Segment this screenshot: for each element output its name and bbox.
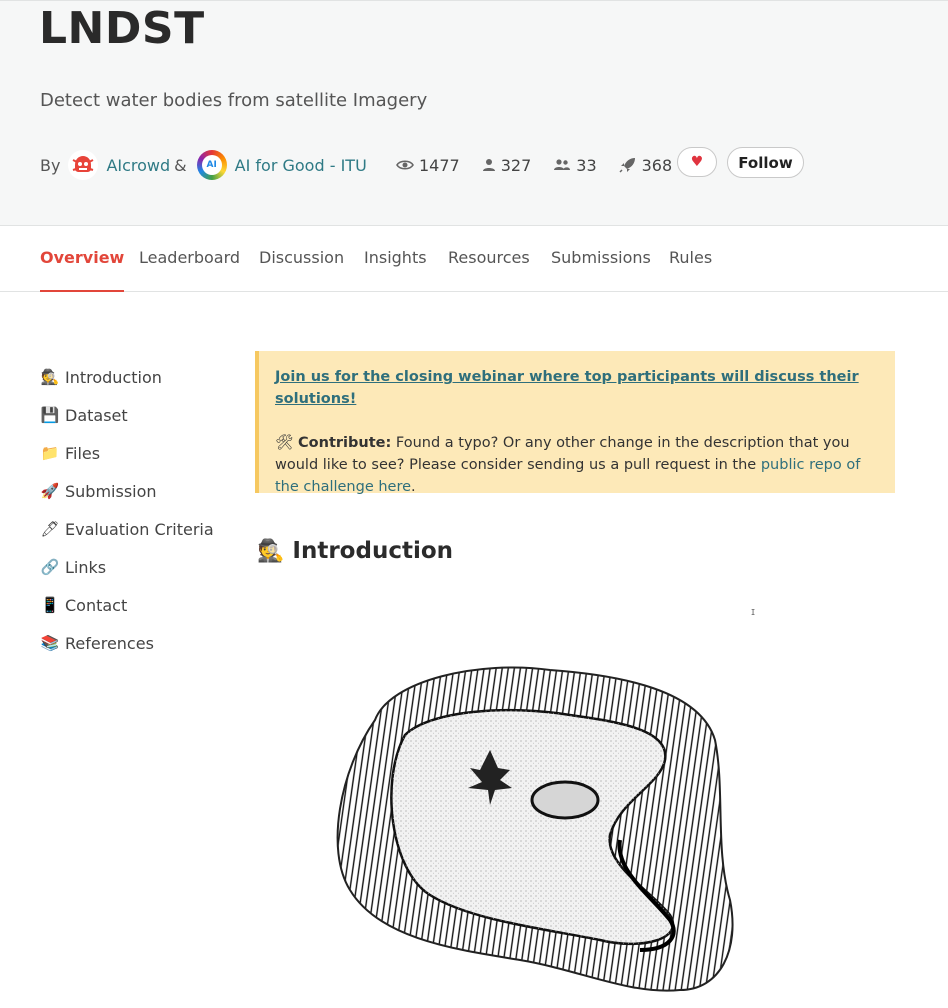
image-caption-mark: ɪ <box>751 605 756 618</box>
toc-item-label: References <box>65 633 154 653</box>
detective-icon: 🕵️ <box>40 368 60 386</box>
toc-item-files[interactable]: 📁 Files <box>40 434 214 472</box>
challenge-stats: 1477 327 33 368 <box>396 151 694 179</box>
follow-button[interactable]: Follow <box>727 147 804 178</box>
ai-for-good-logo-text: AI <box>201 155 222 175</box>
introduction-heading-text: Introduction <box>292 538 454 564</box>
org-link-ai-for-good[interactable]: AI for Good - ITU <box>235 156 367 175</box>
stat-submissions-count: 368 <box>641 155 673 175</box>
tab-discussion[interactable]: Discussion <box>259 246 344 290</box>
org-link-aicrowd[interactable]: AIcrowd <box>106 156 170 175</box>
toc-item-evaluation-criteria[interactable]: 🖊 Evaluation Criteria <box>40 510 214 548</box>
introduction-heading: 🕵️ Introduction <box>257 538 453 564</box>
stat-views: 1477 <box>396 156 460 175</box>
tools-icon: 🛠 <box>275 435 294 451</box>
toc-item-contact[interactable]: 📱 Contact <box>40 586 214 624</box>
announcement-callout: Join us for the closing webinar where to… <box>255 351 895 495</box>
byline-ampersand: & <box>174 155 187 175</box>
person-icon <box>482 159 495 171</box>
toc-item-introduction[interactable]: 🕵️ Introduction <box>40 358 214 396</box>
water-body-sketch-image <box>336 666 734 992</box>
table-of-contents: 🕵️ Introduction 💾 Dataset 📁 Files 🚀 Subm… <box>40 358 214 662</box>
toc-item-submission[interactable]: 🚀 Submission <box>40 472 214 510</box>
stat-participants: 327 <box>482 155 532 175</box>
stat-participants-count: 327 <box>500 155 532 175</box>
aicrowd-logo-icon[interactable] <box>68 150 99 180</box>
link-icon: 🔗 <box>40 558 60 576</box>
byline: By AIcrowd & AI AI for Good - ITU <box>40 149 367 181</box>
heart-icon: ♥ <box>690 154 704 170</box>
tab-insights[interactable]: Insights <box>364 246 427 290</box>
books-icon: 📚 <box>40 634 60 652</box>
toc-item-label: Submission <box>65 481 157 501</box>
toc-item-label: Files <box>65 443 101 463</box>
pen-icon: 🖊 <box>40 520 60 538</box>
toc-item-label: Introduction <box>65 367 162 387</box>
stat-teams: 33 <box>553 155 597 175</box>
folder-icon: 📁 <box>40 444 60 462</box>
people-icon <box>554 159 571 170</box>
floppy-disk-icon: 💾 <box>40 406 60 424</box>
stat-teams-count: 33 <box>576 155 597 175</box>
toc-item-dataset[interactable]: 💾 Dataset <box>40 396 214 434</box>
tab-rules[interactable]: Rules <box>669 246 712 290</box>
contribute-label: Contribute: <box>298 435 392 451</box>
challenge-title: LNDST <box>39 3 205 54</box>
tab-leaderboard[interactable]: Leaderboard <box>139 246 240 290</box>
toc-item-label: Links <box>65 557 107 577</box>
rocket-icon <box>619 158 635 173</box>
byline-prefix: By <box>40 155 61 175</box>
challenge-header: LNDST Detect water bodies from satellite… <box>0 0 948 226</box>
toc-item-links[interactable]: 🔗 Links <box>40 548 214 586</box>
rocket-icon: 🚀 <box>40 482 60 500</box>
callout-spacer <box>275 410 875 432</box>
eye-icon <box>396 160 414 170</box>
tab-resources[interactable]: Resources <box>448 246 530 290</box>
contribute-end: . <box>411 479 416 495</box>
toc-item-label: Dataset <box>65 405 128 425</box>
toc-item-references[interactable]: 📚 References <box>40 624 214 662</box>
tab-overview[interactable]: Overview <box>40 246 125 292</box>
stat-views-count: 1477 <box>419 155 460 175</box>
tab-submissions[interactable]: Submissions <box>551 246 651 290</box>
toc-item-label: Evaluation Criteria <box>65 519 214 539</box>
mobile-phone-icon: 📱 <box>40 596 60 614</box>
toc-item-label: Contact <box>65 595 128 615</box>
ai-for-good-logo-icon[interactable]: AI <box>196 150 227 180</box>
stat-submissions: 368 <box>619 155 673 175</box>
like-button[interactable]: ♥ <box>677 147 717 177</box>
challenge-tabs: Overview Leaderboard Discussion Insights… <box>0 226 948 292</box>
contribute-paragraph: 🛠 Contribute: Found a typo? Or any other… <box>275 432 875 498</box>
webinar-link[interactable]: Join us for the closing webinar where to… <box>275 369 859 407</box>
challenge-subtitle: Detect water bodies from satellite Image… <box>40 90 428 111</box>
detective-icon: 🕵️ <box>257 538 285 564</box>
